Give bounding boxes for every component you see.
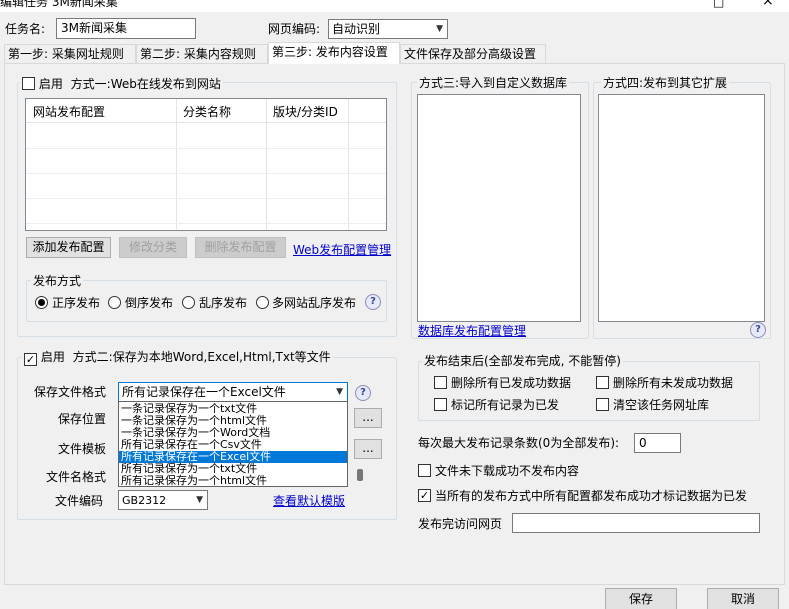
file-encoding-value: GB2312 [122,494,167,507]
mode-forward-label: 正序发布 [52,296,101,310]
method1-title: 方式一:Web在线发布到网站 [70,77,221,91]
web-publish-table[interactable]: 网站发布配置 分类名称 版块/分类ID [25,98,387,231]
encoding-value: 自动识别 [332,22,381,36]
view-default-template-link[interactable]: 查看默认模版 [273,494,345,508]
file-encoding-select[interactable]: GB2312 ▼ [118,490,208,510]
browse-location-button[interactable]: ... [354,408,382,428]
help-icon[interactable]: ? [365,294,381,310]
max-records-input[interactable]: 0 [634,433,681,453]
method1-enable-checkbox[interactable] [22,77,35,90]
help-icon[interactable]: ? [355,385,371,401]
delete-failed-label: 删除所有未发成功数据 [613,376,734,390]
mark-only-all-success-checkbox[interactable]: ✓ [418,489,431,502]
chevron-down-icon: ▼ [436,24,443,34]
database-config-list[interactable] [417,94,581,322]
save-format-select[interactable]: 所有记录保存在一个Excel文件 ▼ [118,382,348,402]
web-config-manage-link[interactable]: Web发布配置管理 [293,243,391,257]
task-name-label: 任务名: [5,22,46,36]
browse-template-button[interactable]: ... [354,439,382,459]
after-publish-title: 发布结束后(全部发布完成, 不能暂停) [422,354,623,368]
chevron-down-icon: ▼ [196,495,203,505]
mode-multisite-random-radio[interactable] [256,296,269,309]
mark-all-published-checkbox[interactable] [434,398,447,411]
col-board-id: 版块/分类ID [273,105,338,119]
skip-unfinished-checkbox[interactable] [418,464,431,477]
filename-format-label: 文件名格式 [46,470,107,484]
publish-mode-title: 发布方式 [31,274,84,288]
file-template-label: 文件模板 [58,442,107,456]
method2-enable-label: 启用 [40,350,65,364]
visit-url-label: 发布完访问网页 [418,517,503,531]
file-encoding-label: 文件编码 [55,494,104,508]
add-publish-config-button[interactable]: 添加发布配置 [26,237,111,258]
extension-list[interactable] [598,94,765,322]
clear-url-library-label: 清空该任务网址库 [613,398,710,412]
page-encoding-select[interactable]: 自动识别 ▼ [328,19,448,39]
col-site-config: 网站发布配置 [33,105,106,119]
method4-title: 方式四:发布到其它扩展 [601,76,730,90]
field-insert-icon[interactable] [357,469,363,481]
tab-url-rules[interactable]: 第一步: 采集网址规则 [4,44,136,63]
delete-publish-config-button[interactable]: 删除发布配置 [195,237,286,258]
mode-reverse-label: 倒序发布 [125,296,174,310]
mark-all-published-label: 标记所有记录为已发 [451,398,560,412]
title-bar: 编辑任务 3M新闻采集 □ × [0,0,789,12]
clear-url-library-checkbox[interactable] [596,398,609,411]
table-header-row: 网站发布配置 分类名称 版块/分类ID [26,99,386,123]
dropdown-option[interactable]: 所有记录保存为一个html文件 [119,475,347,487]
method2-enable-checkbox[interactable]: ✓ [24,353,37,366]
mode-multisite-random-label: 多网站乱序发布 [272,296,357,310]
task-name-input[interactable]: 3M新闻采集 [56,18,196,39]
mark-only-all-success-label: 当所有的发布方式中所有配置都发布成功才标记数据为已发 [435,489,748,503]
after-publish-group [418,361,760,421]
save-button[interactable]: 保存 [605,588,677,609]
close-icon[interactable]: × [762,0,774,8]
encoding-label: 网页编码: [268,22,321,36]
tab-content-rules[interactable]: 第二步: 采集内容规则 [136,44,268,63]
save-format-value: 所有记录保存在一个Excel文件 [122,385,286,399]
edit-category-button[interactable]: 修改分类 [119,237,187,258]
database-config-manage-link[interactable]: 数据库发布配置管理 [418,324,526,338]
method2-header: ✓ 启用 方式二:保存为本地Word,Excel,Html,Txt等文件 [22,350,333,366]
save-location-label: 保存位置 [58,412,107,426]
save-format-label: 保存文件格式 [34,385,107,399]
delete-failed-checkbox[interactable] [596,376,609,389]
mode-reverse-radio[interactable] [108,296,121,309]
tab-file-save-advanced[interactable]: 文件保存及部分高级设置 [400,44,546,63]
chevron-down-icon: ▼ [336,387,343,397]
mode-random-radio[interactable] [182,296,195,309]
save-format-dropdown[interactable]: 一条记录保存为一个txt文件 一条记录保存为一个html文件 一条记录保存为一个… [118,401,348,487]
method2-title: 方式二:保存为本地Word,Excel,Html,Txt等文件 [72,350,331,364]
col-category-name: 分类名称 [183,105,232,119]
skip-unfinished-label: 文件未下载成功不发布内容 [435,464,580,478]
delete-success-label: 删除所有已发成功数据 [451,376,572,390]
method1-enable-label: 启用 [38,77,63,91]
maximize-icon[interactable]: □ [713,0,724,9]
help-icon[interactable]: ? [750,322,766,338]
max-records-label: 每次最大发布记录条数(0为全部发布): [418,436,620,450]
mode-random-label: 乱序发布 [199,296,248,310]
window-title: 编辑任务 3M新闻采集 [0,0,118,9]
mode-forward-radio[interactable] [35,296,48,309]
method1-header: 启用 方式一:Web在线发布到网站 [20,75,223,91]
delete-success-checkbox[interactable] [434,376,447,389]
tab-publish-settings[interactable]: 第三步: 发布内容设置 [268,42,400,64]
visit-url-input[interactable] [512,513,760,533]
cancel-button[interactable]: 取消 [707,588,779,609]
method3-title: 方式三:导入到自定义数据库 [417,76,570,90]
